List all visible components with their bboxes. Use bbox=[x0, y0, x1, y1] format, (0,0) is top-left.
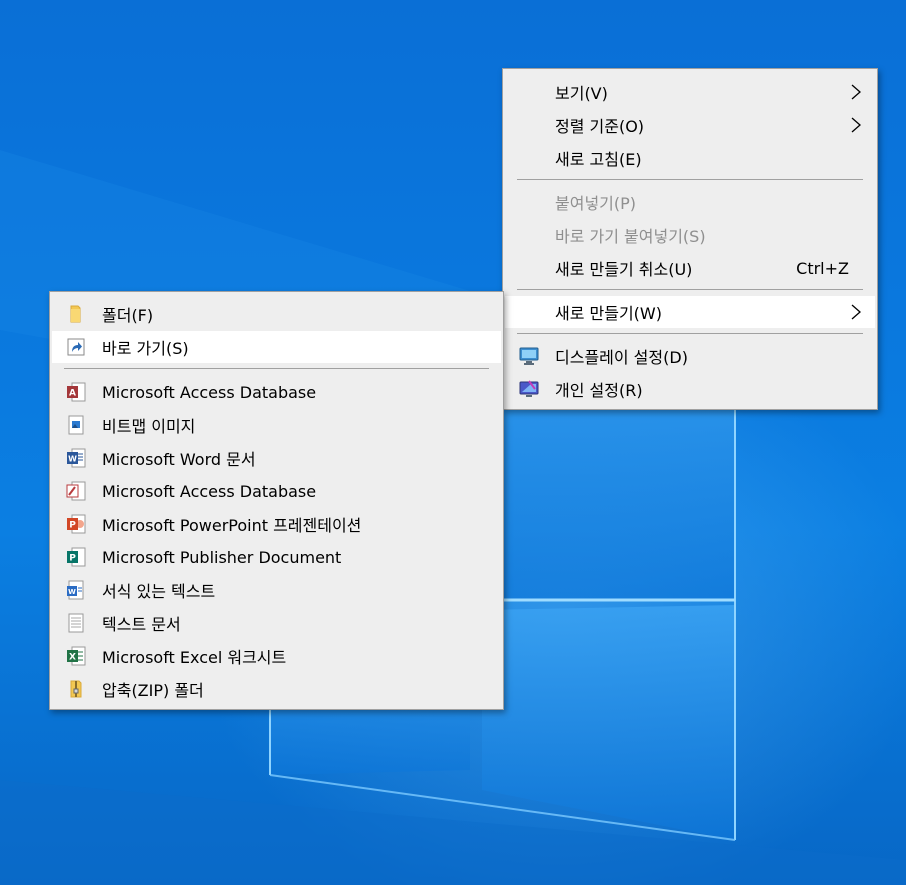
menu-item-label: Microsoft Word 문서 bbox=[102, 450, 256, 469]
menu-item-label: 새로 고침(E) bbox=[555, 150, 642, 169]
menu-item-label: Microsoft Access Database bbox=[102, 382, 317, 402]
chevron-right-icon bbox=[851, 304, 861, 320]
shortcut-text: Ctrl+Z bbox=[796, 258, 849, 278]
submenu-item-word-document[interactable]: W Microsoft Word 문서 bbox=[52, 442, 501, 474]
desktop-context-menu: 보기(V) 정렬 기준(O) 새로 고침(E) 붙여넣기(P) 바로 가기 붙여… bbox=[502, 68, 878, 410]
menu-item-view[interactable]: 보기(V) bbox=[505, 76, 875, 108]
bitmap-icon bbox=[68, 415, 84, 435]
svg-text:W: W bbox=[68, 588, 76, 596]
menu-separator bbox=[517, 289, 863, 290]
wordpad-icon: W bbox=[67, 580, 84, 600]
menu-item-label: 개인 설정(R) bbox=[555, 381, 643, 400]
menu-item-display-settings[interactable]: 디스플레이 설정(D) bbox=[505, 340, 875, 372]
shortcut-icon bbox=[67, 338, 85, 356]
menu-separator bbox=[517, 333, 863, 334]
word-icon: W bbox=[67, 448, 86, 468]
menu-item-label: Microsoft Publisher Document bbox=[102, 547, 342, 567]
menu-item-label: 폴더(F) bbox=[102, 306, 154, 325]
menu-item-label: Microsoft PowerPoint 프레젠테이션 bbox=[102, 516, 362, 535]
new-submenu: 폴더(F) 바로 가기(S) A Microsoft Access Databa… bbox=[49, 291, 504, 710]
display-icon bbox=[519, 347, 539, 365]
access-icon: A bbox=[67, 382, 86, 402]
menu-item-paste: 붙여넣기(P) bbox=[505, 186, 875, 218]
menu-item-label: 바로 가기 붙여넣기(S) bbox=[555, 227, 706, 246]
submenu-item-excel-worksheet[interactable]: X Microsoft Excel 워크시트 bbox=[52, 640, 501, 672]
access-icon bbox=[66, 481, 86, 501]
menu-separator bbox=[64, 368, 489, 369]
menu-item-paste-shortcut: 바로 가기 붙여넣기(S) bbox=[505, 219, 875, 251]
submenu-item-access-database[interactable]: A Microsoft Access Database bbox=[52, 376, 501, 408]
submenu-item-access-database-2[interactable]: Microsoft Access Database bbox=[52, 475, 501, 507]
menu-item-label: 바로 가기(S) bbox=[102, 339, 189, 358]
zip-folder-icon bbox=[70, 680, 82, 698]
submenu-item-rich-text[interactable]: W 서식 있는 텍스트 bbox=[52, 574, 501, 606]
submenu-item-bitmap-image[interactable]: 비트맵 이미지 bbox=[52, 409, 501, 441]
folder-icon bbox=[70, 305, 81, 323]
menu-item-undo-new[interactable]: 새로 만들기 취소(U) Ctrl+Z bbox=[505, 252, 875, 284]
excel-icon: X bbox=[67, 646, 86, 666]
svg-text:X: X bbox=[69, 653, 76, 663]
menu-item-sort-by[interactable]: 정렬 기준(O) bbox=[505, 109, 875, 141]
menu-item-label: 디스플레이 설정(D) bbox=[555, 348, 688, 367]
svg-text:P: P bbox=[69, 554, 76, 564]
submenu-item-powerpoint[interactable]: P Microsoft PowerPoint 프레젠테이션 bbox=[52, 508, 501, 540]
svg-text:P: P bbox=[69, 521, 76, 531]
menu-item-label: Microsoft Access Database bbox=[102, 481, 317, 501]
menu-item-label: 텍스트 문서 bbox=[102, 615, 181, 634]
menu-item-label: 압축(ZIP) 폴더 bbox=[102, 681, 204, 700]
menu-item-label: 정렬 기준(O) bbox=[555, 117, 645, 136]
menu-item-label: Microsoft Excel 워크시트 bbox=[102, 648, 287, 667]
menu-item-refresh[interactable]: 새로 고침(E) bbox=[505, 142, 875, 174]
menu-item-label: 비트맵 이미지 bbox=[102, 417, 196, 436]
svg-text:W: W bbox=[68, 455, 77, 464]
menu-item-personalize[interactable]: 개인 설정(R) bbox=[505, 373, 875, 405]
svg-text:A: A bbox=[69, 389, 76, 399]
publisher-icon: P bbox=[67, 547, 86, 567]
submenu-item-text-document[interactable]: 텍스트 문서 bbox=[52, 607, 501, 639]
menu-item-new[interactable]: 새로 만들기(W) bbox=[505, 296, 875, 328]
menu-separator bbox=[517, 179, 863, 180]
powerpoint-icon: P bbox=[67, 514, 86, 534]
menu-item-label: 보기(V) bbox=[555, 84, 608, 103]
chevron-right-icon bbox=[851, 117, 861, 133]
submenu-item-folder[interactable]: 폴더(F) bbox=[52, 298, 501, 330]
submenu-item-publisher[interactable]: P Microsoft Publisher Document bbox=[52, 541, 501, 573]
personalize-icon bbox=[519, 380, 539, 397]
chevron-right-icon bbox=[851, 84, 861, 100]
menu-item-label: 새로 만들기 취소(U) bbox=[555, 260, 693, 279]
menu-item-label: 서식 있는 텍스트 bbox=[102, 582, 216, 601]
menu-item-label: 붙여넣기(P) bbox=[555, 194, 637, 213]
submenu-item-zip-folder[interactable]: 압축(ZIP) 폴더 bbox=[52, 673, 501, 705]
submenu-item-shortcut[interactable]: 바로 가기(S) bbox=[52, 331, 501, 363]
menu-item-label: 새로 만들기(W) bbox=[555, 304, 662, 323]
text-document-icon bbox=[68, 613, 84, 633]
